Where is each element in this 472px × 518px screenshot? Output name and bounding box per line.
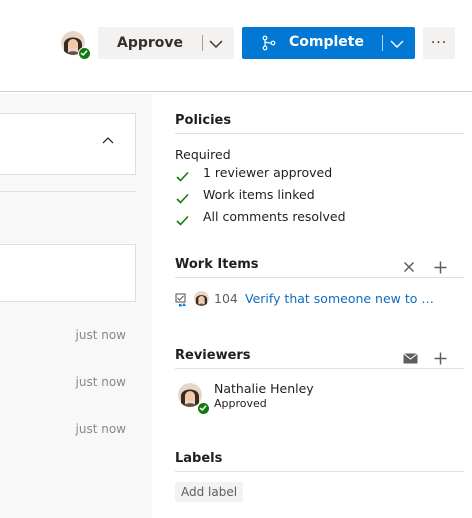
policy-item: All comments resolved	[203, 209, 346, 224]
chevron-down-icon[interactable]	[389, 36, 405, 55]
divider	[0, 191, 136, 192]
labels-title: Labels	[175, 451, 223, 466]
policies-required-label: Required	[175, 147, 231, 162]
approve-button-label: Approve	[116, 35, 184, 51]
approve-split-divider	[202, 35, 203, 51]
add-icon[interactable]	[431, 349, 449, 367]
approved-badge-icon	[78, 47, 91, 60]
policy-item: Work items linked	[203, 187, 315, 202]
work-items-title: Work Items	[175, 257, 259, 272]
add-label-button[interactable]: Add label	[175, 482, 244, 502]
comment-card	[0, 244, 136, 302]
section-divider	[175, 277, 464, 278]
section-divider	[175, 133, 464, 134]
more-actions-button[interactable]: ···	[423, 27, 455, 59]
activity-timestamp: just now	[75, 328, 126, 342]
policies-title: Policies	[175, 113, 232, 128]
task-icon	[175, 292, 189, 311]
chevron-down-icon[interactable]	[208, 36, 224, 55]
activity-timestamp: just now	[75, 422, 126, 436]
close-icon[interactable]	[400, 258, 418, 276]
policy-item: 1 reviewer approved	[203, 165, 333, 180]
section-divider	[175, 368, 464, 369]
work-item-title-link[interactable]: Verify that someone new to the project c…	[245, 291, 435, 306]
checkmark-icon	[176, 167, 189, 186]
reviewer-vote-status: Approved	[214, 397, 267, 410]
checkmark-icon	[176, 189, 189, 208]
complete-button-label: Complete	[289, 34, 364, 50]
reviewers-title: Reviewers	[175, 348, 251, 363]
mail-icon[interactable]	[401, 349, 419, 367]
more-icon: ···	[430, 35, 448, 51]
complete-split-divider	[382, 35, 383, 51]
activity-timestamp: just now	[75, 375, 126, 389]
add-icon[interactable]	[431, 258, 449, 276]
section-divider	[175, 471, 464, 472]
reviewer-name[interactable]: Nathalie Henley	[214, 381, 314, 396]
assignee-avatar	[194, 291, 209, 306]
pr-header: Approve Complete ···	[0, 0, 472, 92]
complete-button[interactable]: Complete	[242, 27, 415, 59]
details-panel: Policies Required 1 reviewer approved Wo…	[152, 93, 472, 518]
collapsible-card	[0, 113, 136, 175]
chevron-up-icon[interactable]	[101, 130, 115, 149]
work-item-row[interactable]: 104 Verify that someone new to the proje…	[175, 290, 465, 308]
approve-button[interactable]: Approve	[98, 27, 234, 59]
activity-column: just now just now just now	[0, 93, 152, 518]
work-item-id: 104	[214, 291, 238, 306]
approved-badge-icon	[197, 402, 210, 415]
checkmark-icon	[176, 211, 189, 230]
branch-merge-icon	[261, 35, 277, 55]
